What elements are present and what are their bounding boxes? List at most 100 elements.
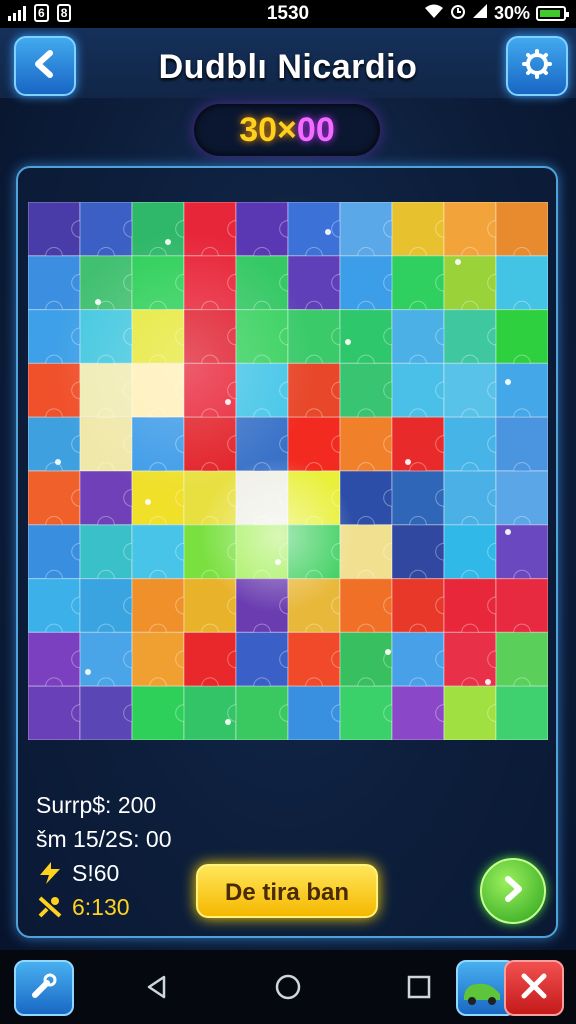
puzzle-piece[interactable] [339,470,401,534]
puzzle-piece[interactable] [131,308,193,373]
close-button[interactable] [504,960,564,1016]
puzzle-piece[interactable] [131,631,193,696]
puzzle-piece[interactable] [443,362,505,427]
puzzle-piece[interactable] [391,308,453,373]
puzzle-piece[interactable] [339,202,401,265]
puzzle-piece[interactable] [443,524,505,588]
puzzle-piece[interactable] [79,631,141,696]
puzzle-piece[interactable] [287,416,349,480]
puzzle-piece[interactable] [495,416,548,480]
puzzle-piece[interactable] [235,416,297,480]
main-action-button[interactable]: De tira ban [196,864,378,918]
tools-button[interactable] [14,960,74,1016]
puzzle-piece[interactable] [79,255,141,319]
puzzle-piece[interactable] [235,202,297,265]
puzzle-piece[interactable] [495,578,548,642]
puzzle-piece[interactable] [79,362,141,427]
puzzle-piece[interactable] [391,416,453,480]
puzzle-piece[interactable] [131,685,193,740]
puzzle-piece[interactable] [443,255,505,319]
puzzle-piece[interactable] [28,255,89,319]
puzzle-piece[interactable] [79,685,141,740]
puzzle-piece[interactable] [443,685,505,740]
puzzle-piece[interactable] [287,631,349,696]
puzzle-piece[interactable] [287,362,349,427]
puzzle-piece[interactable] [443,470,505,534]
puzzle-piece[interactable] [287,202,349,265]
puzzle-piece[interactable] [339,362,401,427]
puzzle-piece[interactable] [28,524,89,588]
puzzle-piece[interactable] [339,416,401,480]
puzzle-piece[interactable] [391,470,453,534]
puzzle-piece[interactable] [287,308,349,373]
puzzle-piece[interactable] [183,524,245,588]
next-button[interactable] [480,858,546,924]
puzzle-piece[interactable] [391,255,453,319]
puzzle-piece[interactable] [28,685,89,740]
puzzle-piece[interactable] [235,470,297,534]
puzzle-piece[interactable] [28,308,89,373]
puzzle-piece[interactable] [183,470,245,534]
puzzle-piece[interactable] [235,308,297,373]
puzzle-piece[interactable] [28,578,89,642]
home-circle-icon[interactable] [273,972,303,1002]
puzzle-piece[interactable] [495,631,548,696]
puzzle-piece[interactable] [28,470,89,534]
puzzle-piece[interactable] [28,416,89,480]
puzzle-piece[interactable] [391,685,453,740]
puzzle-piece[interactable] [339,524,401,588]
recents-square-icon[interactable] [404,972,434,1002]
puzzle-piece[interactable] [183,362,245,427]
puzzle-piece[interactable] [235,685,297,740]
puzzle-piece[interactable] [287,578,349,642]
puzzle-piece[interactable] [287,524,349,588]
puzzle-piece[interactable] [443,308,505,373]
puzzle-piece[interactable] [183,202,245,265]
puzzle-piece[interactable] [79,416,141,480]
puzzle-piece[interactable] [183,416,245,480]
puzzle-piece[interactable] [495,202,548,265]
puzzle-piece[interactable] [443,416,505,480]
puzzle-piece[interactable] [28,362,89,427]
puzzle-piece[interactable] [339,685,401,740]
puzzle-piece[interactable] [235,578,297,642]
puzzle-piece[interactable] [79,308,141,373]
puzzle-piece[interactable] [131,255,193,319]
puzzle-piece[interactable] [287,255,349,319]
puzzle-piece[interactable] [183,578,245,642]
puzzle-piece[interactable] [79,202,141,265]
puzzle-board[interactable] [28,202,548,740]
puzzle-piece[interactable] [235,524,297,588]
puzzle-piece[interactable] [391,202,453,265]
puzzle-piece[interactable] [495,362,548,427]
puzzle-piece[interactable] [495,685,548,740]
puzzle-piece[interactable] [339,631,401,696]
puzzle-piece[interactable] [495,470,548,534]
puzzle-piece[interactable] [183,308,245,373]
puzzle-piece[interactable] [443,631,505,696]
puzzle-piece[interactable] [495,524,548,588]
puzzle-piece[interactable] [28,631,89,696]
puzzle-piece[interactable] [235,631,297,696]
puzzle-piece[interactable] [131,416,193,480]
puzzle-piece[interactable] [495,308,548,373]
puzzle-piece[interactable] [131,362,193,427]
back-triangle-icon[interactable] [142,972,172,1002]
puzzle-piece[interactable] [339,255,401,319]
puzzle-piece[interactable] [131,202,193,265]
puzzle-piece[interactable] [287,470,349,534]
puzzle-piece[interactable] [391,362,453,427]
puzzle-piece[interactable] [183,631,245,696]
puzzle-piece[interactable] [131,470,193,534]
puzzle-piece[interactable] [391,524,453,588]
puzzle-piece[interactable] [391,578,453,642]
puzzle-piece[interactable] [183,255,245,319]
settings-button[interactable] [506,36,568,96]
puzzle-piece[interactable] [28,202,89,265]
puzzle-piece[interactable] [443,202,505,265]
puzzle-piece[interactable] [443,578,505,642]
puzzle-piece[interactable] [287,685,349,740]
puzzle-piece[interactable] [183,685,245,740]
puzzle-piece[interactable] [235,255,297,319]
puzzle-piece[interactable] [391,631,453,696]
